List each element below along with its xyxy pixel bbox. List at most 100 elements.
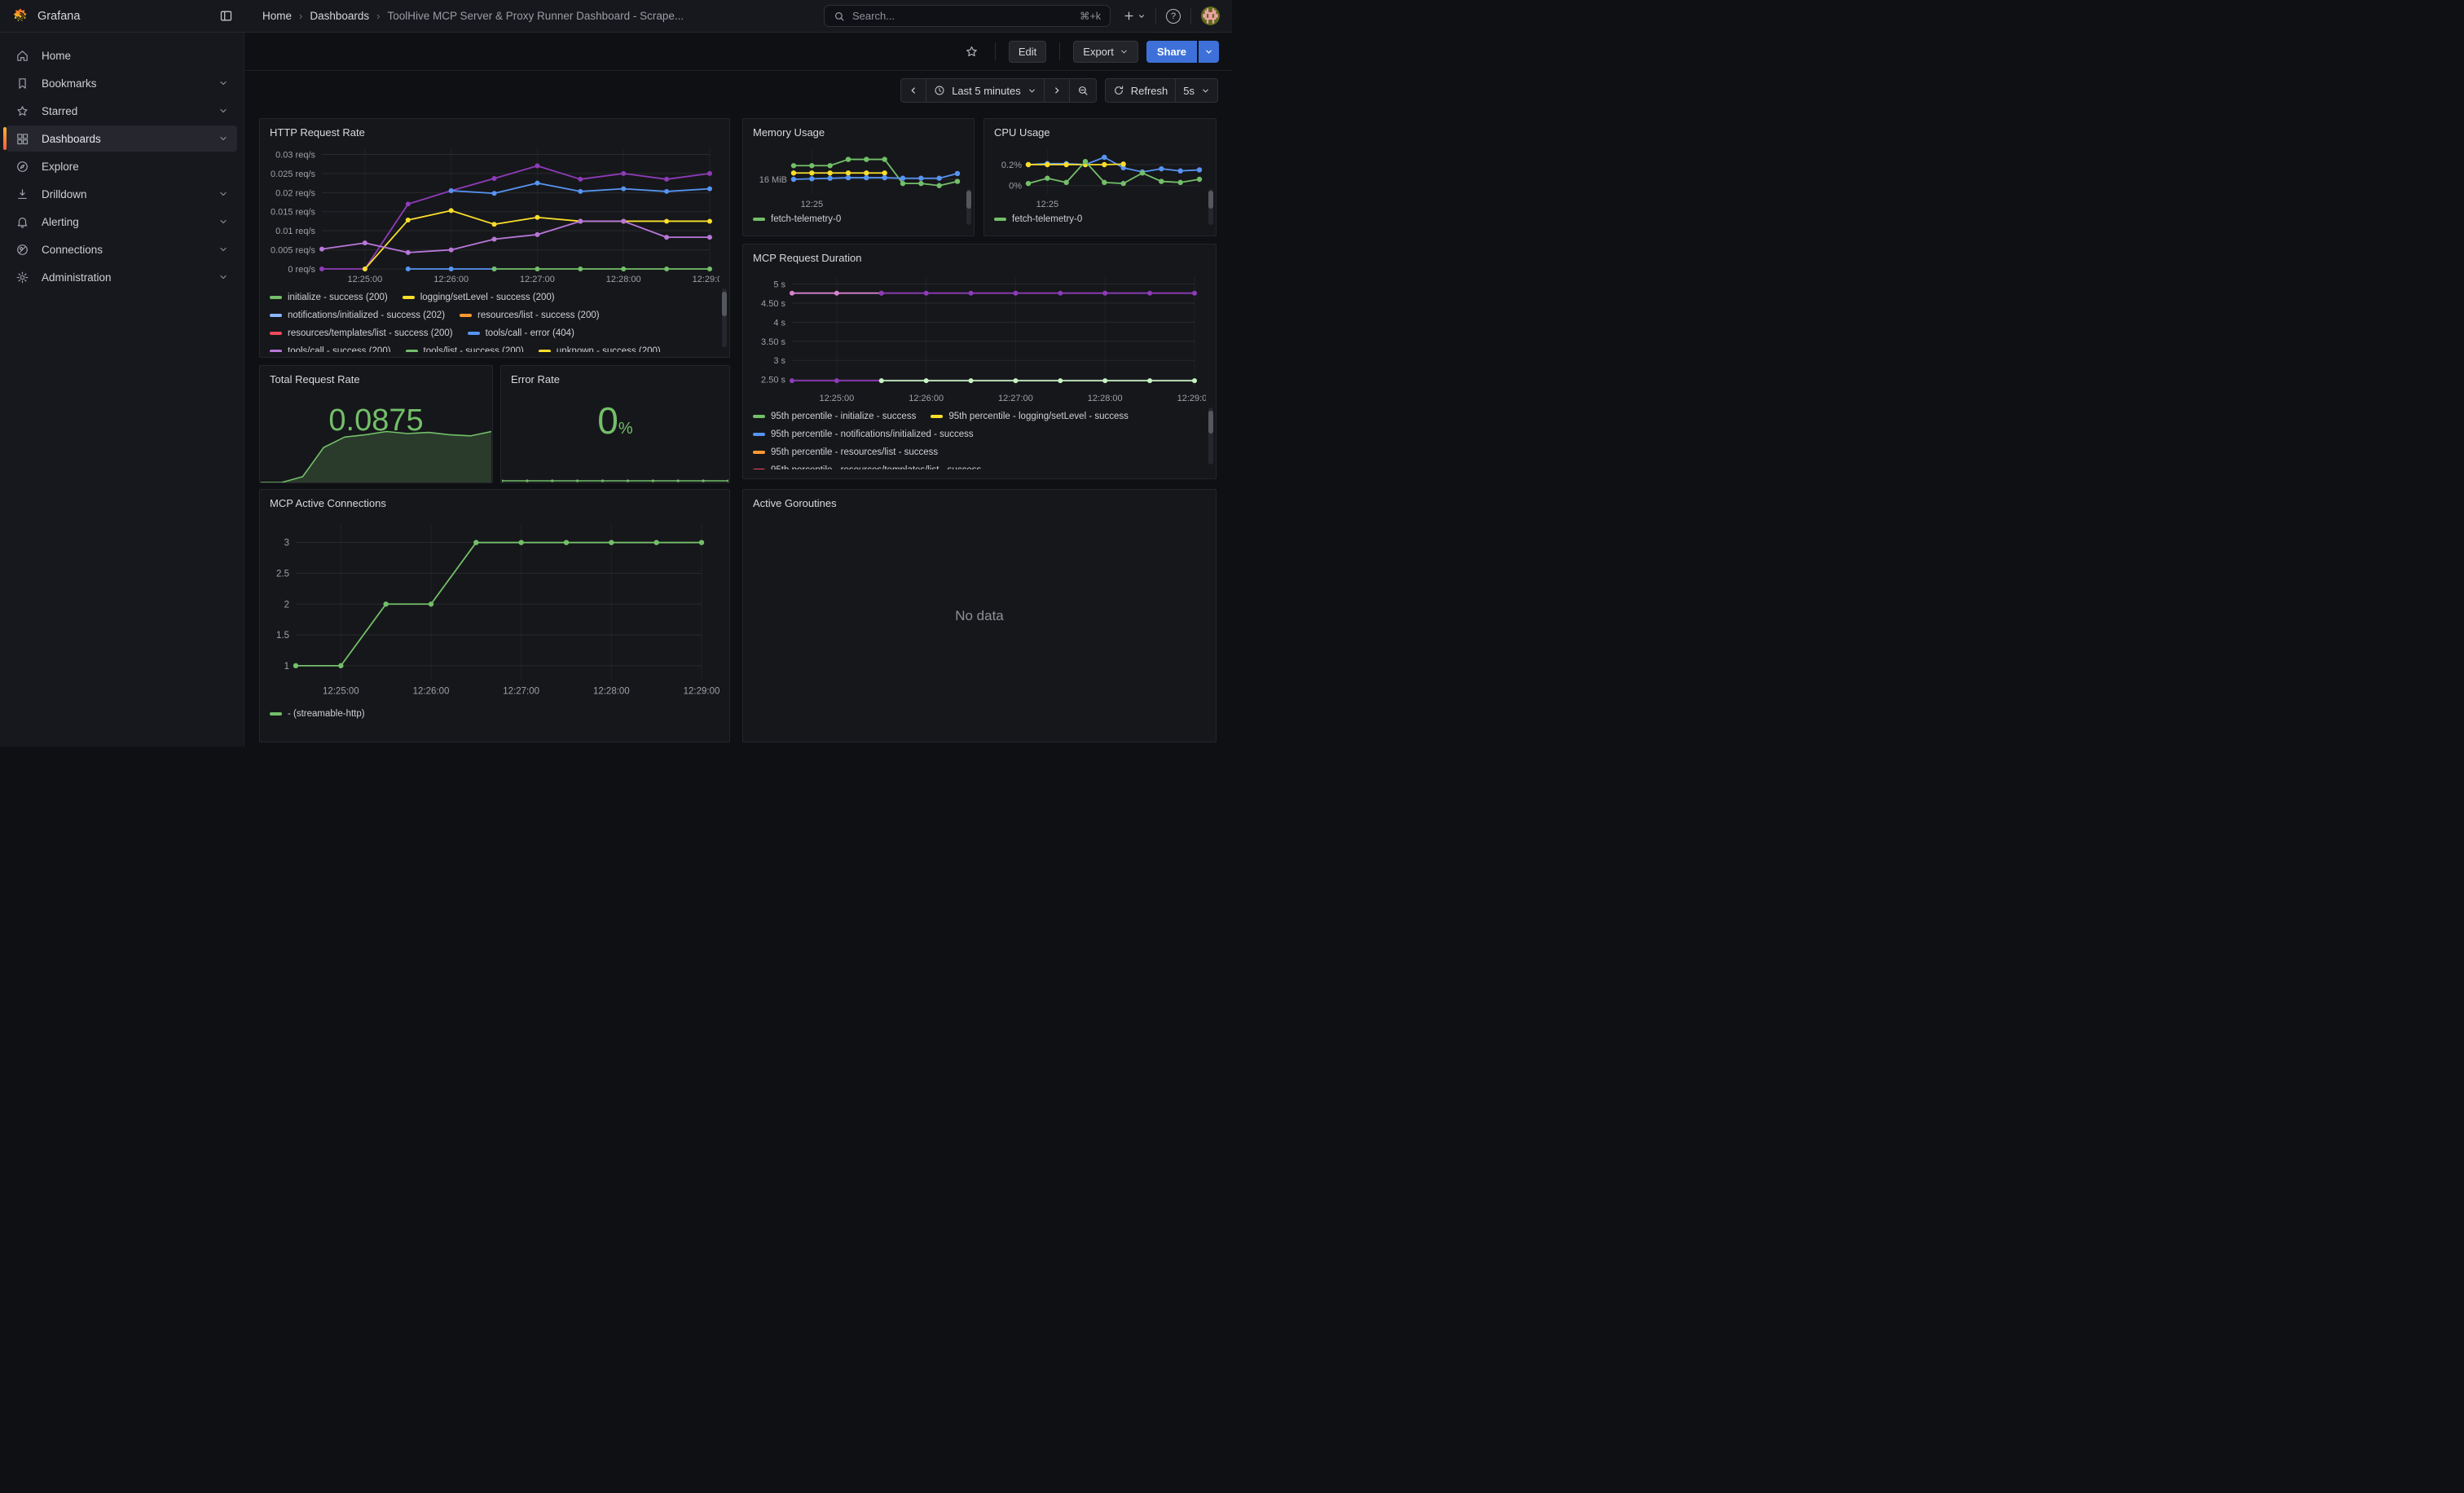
legend-item[interactable]: 95th percentile - resources/templates/li… (753, 465, 981, 469)
time-shift-back-button[interactable] (901, 79, 926, 102)
sidebar-item-bookmarks[interactable]: Bookmarks (7, 70, 237, 96)
legend-scrollbar-thumb[interactable] (722, 292, 727, 316)
legend-label: 95th percentile - initialize - success (771, 412, 916, 421)
svg-text:3.50 s: 3.50 s (761, 337, 785, 347)
mcp-request-duration-chart[interactable]: 5 s4.50 s4 s3.50 s3 s2.50 s12:25:0012:26… (753, 267, 1206, 406)
panel-title[interactable]: Memory Usage (753, 124, 825, 142)
sidebar-item-drilldown[interactable]: Drilldown (7, 181, 237, 207)
search-input[interactable] (852, 10, 1072, 22)
legend-item[interactable]: 95th percentile - initialize - success (753, 412, 916, 421)
legend-item[interactable]: initialize - success (200) (270, 293, 388, 302)
svg-text:4.50 s: 4.50 s (761, 299, 785, 309)
cpu-usage-chart[interactable]: 0.2%0%12:25 (994, 142, 1206, 209)
favorite-star-icon[interactable] (965, 45, 979, 59)
legend-item[interactable]: notifications/initialized - success (202… (270, 310, 445, 320)
share-button[interactable]: Share (1146, 41, 1197, 63)
svg-text:0.03 req/s: 0.03 req/s (275, 150, 315, 160)
sidebar-item-dashboards[interactable]: Dashboards (7, 126, 237, 152)
chevron-down-icon[interactable] (218, 106, 228, 116)
zoom-out-button[interactable] (1070, 79, 1096, 102)
legend-item[interactable]: unknown - success (200) (539, 346, 661, 352)
chevron-down-icon[interactable] (218, 189, 228, 199)
legend-item[interactable]: 95th percentile - resources/list - succe… (753, 447, 938, 457)
panel-title[interactable]: HTTP Request Rate (270, 124, 365, 142)
sidebar-item-home[interactable]: Home (7, 42, 237, 68)
svg-text:12:28:00: 12:28:00 (1088, 394, 1123, 403)
legend-item[interactable]: fetch-telemetry-0 (994, 214, 1082, 224)
svg-text:0.2%: 0.2% (1001, 161, 1022, 170)
legend-swatch (270, 350, 282, 352)
share-split-button: Share (1146, 41, 1219, 63)
http-request-rate-chart[interactable]: 0 req/s0.005 req/s0.01 req/s0.015 req/s0… (270, 142, 719, 287)
sidebar-item-connections[interactable]: Connections (7, 236, 237, 262)
chevron-left-icon (909, 86, 918, 95)
panel-error-rate: Error Rate 0% (500, 365, 730, 483)
legend-swatch (753, 433, 765, 436)
legend-swatch (403, 296, 415, 299)
legend-label: tools/list - success (200) (424, 346, 524, 352)
error-rate-sparkline[interactable] (502, 473, 728, 482)
panel-title[interactable]: Total Request Rate (270, 371, 360, 389)
refresh-button[interactable]: Refresh (1106, 79, 1177, 102)
legend-item[interactable]: - (streamable-http) (270, 709, 365, 719)
panel-title[interactable]: Active Goroutines (753, 495, 837, 513)
panel-title[interactable]: MCP Active Connections (270, 495, 386, 513)
panel-title[interactable]: Error Rate (511, 371, 560, 389)
bookmark-icon (15, 77, 29, 90)
legend-item[interactable]: tools/call - success (200) (270, 346, 391, 352)
edit-button[interactable]: Edit (1009, 41, 1046, 63)
chevron-down-icon (1120, 47, 1129, 56)
share-menu-button[interactable] (1199, 41, 1219, 63)
breadcrumb-item[interactable]: Dashboards (310, 10, 369, 22)
memory-usage-chart[interactable]: 16 MiB12:25 (753, 142, 964, 209)
svg-text:3: 3 (284, 539, 289, 548)
sidebar-item-starred[interactable]: Starred (7, 98, 237, 124)
help-button[interactable]: ? (1166, 9, 1181, 24)
chevron-down-icon[interactable] (218, 244, 228, 254)
search-box[interactable]: ⌘+k (824, 5, 1111, 27)
legend-item[interactable]: 95th percentile - notifications/initiali… (753, 429, 974, 439)
export-button[interactable]: Export (1073, 41, 1138, 63)
svg-text:2: 2 (284, 600, 289, 610)
sidebar-toggle-icon[interactable] (219, 9, 233, 23)
svg-text:12:28:00: 12:28:00 (606, 275, 641, 284)
svg-text:12:26:00: 12:26:00 (433, 275, 469, 284)
svg-text:12:25:00: 12:25:00 (347, 275, 382, 284)
time-shift-forward-button[interactable] (1045, 79, 1070, 102)
avatar[interactable] (1201, 7, 1220, 25)
panel-title[interactable]: CPU Usage (994, 124, 1050, 142)
panel-title[interactable]: MCP Request Duration (753, 249, 861, 267)
legend-item[interactable]: tools/call - error (404) (468, 328, 574, 338)
clock-icon (934, 85, 945, 96)
time-range-group: Last 5 minutes (900, 78, 1097, 103)
chevron-down-icon[interactable] (218, 217, 228, 227)
add-button[interactable] (1123, 10, 1146, 22)
legend-swatch (931, 415, 943, 418)
legend-scrollbar-thumb[interactable] (1208, 191, 1213, 209)
legend-item[interactable]: fetch-telemetry-0 (753, 214, 841, 224)
legend-scrollbar-thumb[interactable] (966, 191, 971, 209)
refresh-interval-picker[interactable]: 5s (1176, 79, 1217, 102)
legend-item[interactable]: 95th percentile - logging/setLevel - suc… (931, 412, 1129, 421)
panel-active-goroutines: Active Goroutines No data (742, 489, 1217, 742)
legend-item[interactable]: logging/setLevel - success (200) (403, 293, 555, 302)
mcp-active-connections-chart[interactable]: 32.521.5112:25:0012:26:0012:27:0012:28:0… (270, 513, 719, 703)
sidebar-item-explore[interactable]: Explore (7, 153, 237, 179)
legend-item[interactable]: tools/list - success (200) (406, 346, 524, 352)
chevron-down-icon[interactable] (218, 78, 228, 88)
legend-item[interactable]: resources/list - success (200) (460, 310, 600, 320)
sidebar-item-alerting[interactable]: Alerting (7, 209, 237, 235)
chevron-down-icon[interactable] (218, 272, 228, 282)
chevron-down-icon[interactable] (218, 134, 228, 143)
legend-scrollbar-thumb[interactable] (1208, 411, 1213, 434)
search-shortcut: ⌘+k (1080, 10, 1101, 22)
error-rate-number: 0 (597, 399, 618, 442)
http-legend: initialize - success (200) logging/setLev… (270, 288, 719, 352)
legend-item[interactable]: resources/templates/list - success (200) (270, 328, 453, 338)
sidebar: HomeBookmarksStarredDashboardsExploreDri… (0, 33, 244, 746)
breadcrumb-item[interactable]: Home (262, 10, 292, 22)
sidebar-item-administration[interactable]: Administration (7, 264, 237, 290)
chevron-down-icon (1027, 86, 1036, 95)
legend-label: initialize - success (200) (288, 293, 388, 302)
time-range-picker[interactable]: Last 5 minutes (926, 79, 1045, 102)
